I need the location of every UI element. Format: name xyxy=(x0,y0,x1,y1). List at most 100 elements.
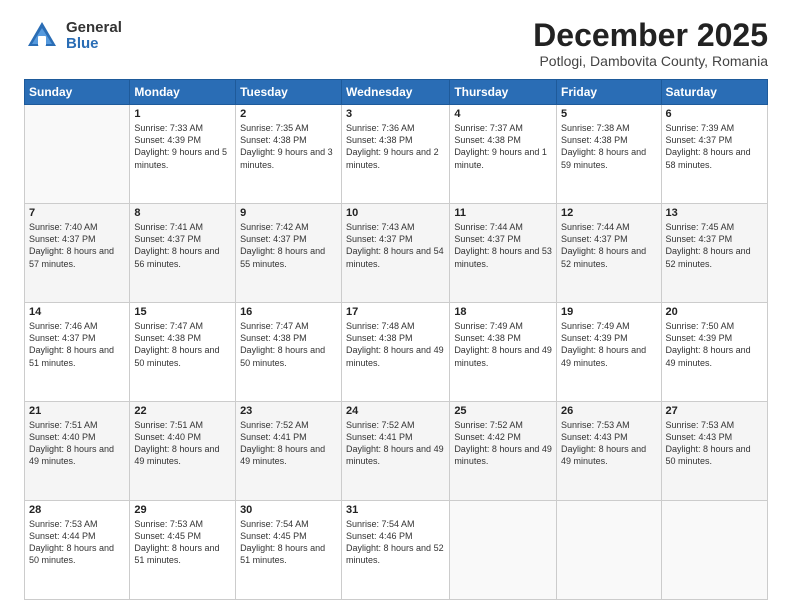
day-number: 6 xyxy=(666,108,763,120)
header: General Blue December 2025 Potlogi, Damb… xyxy=(24,18,768,69)
calendar-week-1: 1 Sunrise: 7:33 AM Sunset: 4:39 PM Daylig… xyxy=(25,105,768,204)
cell-content: Sunrise: 7:47 AM Sunset: 4:38 PM Dayligh… xyxy=(240,320,337,369)
day-number: 29 xyxy=(134,504,231,516)
calendar-cell: 18Sunrise: 7:49 AM Sunset: 4:38 PM Dayli… xyxy=(450,303,557,402)
logo-general: General xyxy=(66,20,122,37)
day-number: 4 xyxy=(454,108,552,120)
day-number: 23 xyxy=(240,405,337,417)
calendar-week-2: 7 Sunrise: 7:40 AM Sunset: 4:37 PM Daylig… xyxy=(25,204,768,303)
day-number: 9 xyxy=(240,207,337,219)
calendar-cell: 21 Sunrise: 7:51 AM Sunset: 4:40 PM Dayli… xyxy=(25,402,130,501)
cell-content: Sunrise: 7:35 AM Sunset: 4:38 PM Dayligh… xyxy=(240,122,337,171)
calendar-cell: 1 Sunrise: 7:33 AM Sunset: 4:39 PM Daylig… xyxy=(130,105,236,204)
cell-content: Sunrise: 7:52 AM Sunset: 4:42 PM Dayligh… xyxy=(454,419,552,468)
day-number: 25 xyxy=(454,405,552,417)
calendar-cell: 28Sunrise: 7:53 AM Sunset: 4:44 PM Dayli… xyxy=(25,501,130,600)
logo-blue: Blue xyxy=(66,36,122,53)
calendar-cell xyxy=(557,501,661,600)
weekday-header-tuesday: Tuesday xyxy=(236,80,342,105)
day-number: 24 xyxy=(346,405,445,417)
cell-content: Sunrise: 7:38 AM Sunset: 4:38 PM Dayligh… xyxy=(561,122,656,171)
calendar-cell: 7 Sunrise: 7:40 AM Sunset: 4:37 PM Daylig… xyxy=(25,204,130,303)
day-number: 1 xyxy=(134,108,231,120)
cell-content: Sunrise: 7:46 AM Sunset: 4:37 PM Dayligh… xyxy=(29,320,125,369)
calendar-week-4: 21 Sunrise: 7:51 AM Sunset: 4:40 PM Dayli… xyxy=(25,402,768,501)
cell-content: Sunrise: 7:53 AM Sunset: 4:45 PM Dayligh… xyxy=(134,518,231,567)
calendar-cell: 2 Sunrise: 7:35 AM Sunset: 4:38 PM Daylig… xyxy=(236,105,342,204)
calendar-cell: 19 Sunrise: 7:49 AM Sunset: 4:39 PM Dayli… xyxy=(557,303,661,402)
cell-content: Sunrise: 7:49 AM Sunset: 4:38 PM Dayligh… xyxy=(454,320,552,369)
weekday-header-thursday: Thursday xyxy=(450,80,557,105)
cell-content: Sunrise: 7:51 AM Sunset: 4:40 PM Dayligh… xyxy=(134,419,231,468)
logo-text: General Blue xyxy=(66,20,122,53)
day-number: 30 xyxy=(240,504,337,516)
month-title: December 2025 xyxy=(533,18,768,53)
cell-content: Sunrise: 7:51 AM Sunset: 4:40 PM Dayligh… xyxy=(29,419,125,468)
day-number: 21 xyxy=(29,405,125,417)
calendar-cell: 29 Sunrise: 7:53 AM Sunset: 4:45 PM Dayli… xyxy=(130,501,236,600)
calendar-cell: 8 Sunrise: 7:41 AM Sunset: 4:37 PM Daylig… xyxy=(130,204,236,303)
cell-content: Sunrise: 7:54 AM Sunset: 4:45 PM Dayligh… xyxy=(240,518,337,567)
cell-content: Sunrise: 7:44 AM Sunset: 4:37 PM Dayligh… xyxy=(454,221,552,270)
calendar-cell: 14 Sunrise: 7:46 AM Sunset: 4:37 PM Dayli… xyxy=(25,303,130,402)
day-number: 10 xyxy=(346,207,445,219)
calendar-week-5: 28Sunrise: 7:53 AM Sunset: 4:44 PM Dayli… xyxy=(25,501,768,600)
calendar-cell: 4Sunrise: 7:37 AM Sunset: 4:38 PM Daylig… xyxy=(450,105,557,204)
cell-content: Sunrise: 7:43 AM Sunset: 4:37 PM Dayligh… xyxy=(346,221,445,270)
calendar-cell: 30 Sunrise: 7:54 AM Sunset: 4:45 PM Dayli… xyxy=(236,501,342,600)
day-number: 14 xyxy=(29,306,125,318)
cell-content: Sunrise: 7:40 AM Sunset: 4:37 PM Dayligh… xyxy=(29,221,125,270)
calendar-cell: 3 Sunrise: 7:36 AM Sunset: 4:38 PM Daylig… xyxy=(342,105,450,204)
calendar-cell: 16Sunrise: 7:47 AM Sunset: 4:38 PM Dayli… xyxy=(236,303,342,402)
cell-content: Sunrise: 7:49 AM Sunset: 4:39 PM Dayligh… xyxy=(561,320,656,369)
cell-content: Sunrise: 7:53 AM Sunset: 4:43 PM Dayligh… xyxy=(666,419,763,468)
location: Potlogi, Dambovita County, Romania xyxy=(533,53,768,69)
cell-content: Sunrise: 7:50 AM Sunset: 4:39 PM Dayligh… xyxy=(666,320,763,369)
day-number: 8 xyxy=(134,207,231,219)
cell-content: Sunrise: 7:48 AM Sunset: 4:38 PM Dayligh… xyxy=(346,320,445,369)
calendar-cell xyxy=(25,105,130,204)
calendar-cell xyxy=(661,501,767,600)
calendar-table: SundayMondayTuesdayWednesdayThursdayFrid… xyxy=(24,79,768,600)
title-block: December 2025 Potlogi, Dambovita County,… xyxy=(533,18,768,69)
weekday-header-wednesday: Wednesday xyxy=(342,80,450,105)
calendar-cell: 9 Sunrise: 7:42 AM Sunset: 4:37 PM Daylig… xyxy=(236,204,342,303)
day-number: 27 xyxy=(666,405,763,417)
day-number: 22 xyxy=(134,405,231,417)
calendar-cell: 13Sunrise: 7:45 AM Sunset: 4:37 PM Dayli… xyxy=(661,204,767,303)
logo-icon xyxy=(24,18,60,54)
day-number: 17 xyxy=(346,306,445,318)
cell-content: Sunrise: 7:42 AM Sunset: 4:37 PM Dayligh… xyxy=(240,221,337,270)
day-number: 19 xyxy=(561,306,656,318)
calendar-cell: 26Sunrise: 7:53 AM Sunset: 4:43 PM Dayli… xyxy=(557,402,661,501)
page: General Blue December 2025 Potlogi, Damb… xyxy=(0,0,792,612)
cell-content: Sunrise: 7:53 AM Sunset: 4:44 PM Dayligh… xyxy=(29,518,125,567)
calendar-cell: 17 Sunrise: 7:48 AM Sunset: 4:38 PM Dayli… xyxy=(342,303,450,402)
logo: General Blue xyxy=(24,18,122,54)
cell-content: Sunrise: 7:52 AM Sunset: 4:41 PM Dayligh… xyxy=(346,419,445,468)
calendar-cell: 31Sunrise: 7:54 AM Sunset: 4:46 PM Dayli… xyxy=(342,501,450,600)
day-number: 5 xyxy=(561,108,656,120)
day-number: 7 xyxy=(29,207,125,219)
calendar-cell: 5 Sunrise: 7:38 AM Sunset: 4:38 PM Daylig… xyxy=(557,105,661,204)
calendar-cell: 24 Sunrise: 7:52 AM Sunset: 4:41 PM Dayli… xyxy=(342,402,450,501)
cell-content: Sunrise: 7:41 AM Sunset: 4:37 PM Dayligh… xyxy=(134,221,231,270)
cell-content: Sunrise: 7:47 AM Sunset: 4:38 PM Dayligh… xyxy=(134,320,231,369)
day-number: 13 xyxy=(666,207,763,219)
day-number: 11 xyxy=(454,207,552,219)
calendar-cell: 20 Sunrise: 7:50 AM Sunset: 4:39 PM Dayli… xyxy=(661,303,767,402)
weekday-header-row: SundayMondayTuesdayWednesdayThursdayFrid… xyxy=(25,80,768,105)
cell-content: Sunrise: 7:33 AM Sunset: 4:39 PM Dayligh… xyxy=(134,122,231,171)
day-number: 20 xyxy=(666,306,763,318)
day-number: 2 xyxy=(240,108,337,120)
day-number: 26 xyxy=(561,405,656,417)
cell-content: Sunrise: 7:44 AM Sunset: 4:37 PM Dayligh… xyxy=(561,221,656,270)
calendar-cell: 6Sunrise: 7:39 AM Sunset: 4:37 PM Daylig… xyxy=(661,105,767,204)
weekday-header-sunday: Sunday xyxy=(25,80,130,105)
calendar-cell: 12Sunrise: 7:44 AM Sunset: 4:37 PM Dayli… xyxy=(557,204,661,303)
calendar-cell: 11 Sunrise: 7:44 AM Sunset: 4:37 PM Dayli… xyxy=(450,204,557,303)
cell-content: Sunrise: 7:36 AM Sunset: 4:38 PM Dayligh… xyxy=(346,122,445,171)
weekday-header-saturday: Saturday xyxy=(661,80,767,105)
day-number: 3 xyxy=(346,108,445,120)
weekday-header-monday: Monday xyxy=(130,80,236,105)
